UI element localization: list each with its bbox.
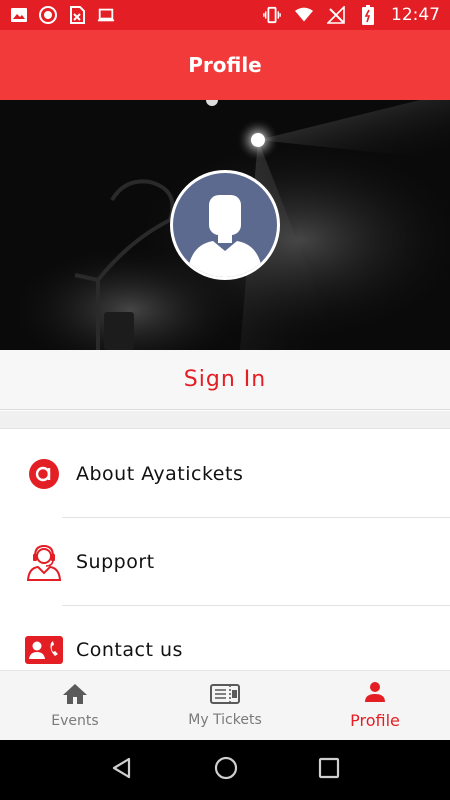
bottom-navigation: Events My Tickets Profile [0,670,450,740]
status-bar: 12:47 [0,0,450,30]
menu-item-contact[interactable]: Contact us [0,606,450,670]
profile-hero [0,100,450,350]
tab-events[interactable]: Events [0,671,150,740]
record-icon [39,6,57,24]
battery-icon [359,5,377,25]
app-bar: Profile [0,30,450,100]
menu-item-label: Contact us [76,639,183,661]
status-time: 12:47 [391,5,440,25]
default-user-avatar-icon [173,173,277,277]
person-icon [364,681,386,707]
tab-label: Profile [350,711,400,730]
system-navigation-bar [0,740,450,800]
ticket-icon [210,683,240,708]
wifi-icon [295,6,313,24]
status-left-icons [10,6,115,24]
tab-label: Events [51,712,99,729]
contact-card-icon [24,630,64,670]
sign-in-label: Sign In [183,367,267,392]
profile-menu: About Ayatickets Support Contact us [0,430,450,670]
vibrate-icon [263,6,281,24]
avatar[interactable] [170,170,280,280]
section-separator [0,411,450,429]
status-right-icons: 12:47 [263,5,440,25]
recents-icon[interactable] [318,757,340,783]
laptop-icon [97,6,115,24]
tab-profile[interactable]: Profile [300,671,450,740]
no-signal-icon [327,6,345,24]
menu-item-about[interactable]: About Ayatickets [0,430,450,518]
ayatickets-logo-icon [24,454,64,494]
menu-item-label: About Ayatickets [76,463,244,485]
menu-item-support[interactable]: Support [0,518,450,606]
sign-in-button[interactable]: Sign In [0,350,450,410]
tab-label: My Tickets [188,711,262,728]
tab-my-tickets[interactable]: My Tickets [150,671,300,740]
sim-x-icon [68,6,86,24]
home-icon [62,683,88,709]
support-agent-icon [24,542,64,582]
back-icon[interactable] [110,756,134,784]
home-button-icon[interactable] [214,756,238,784]
image-icon [10,6,28,24]
page-title: Profile [188,53,262,77]
menu-item-label: Support [76,551,155,573]
